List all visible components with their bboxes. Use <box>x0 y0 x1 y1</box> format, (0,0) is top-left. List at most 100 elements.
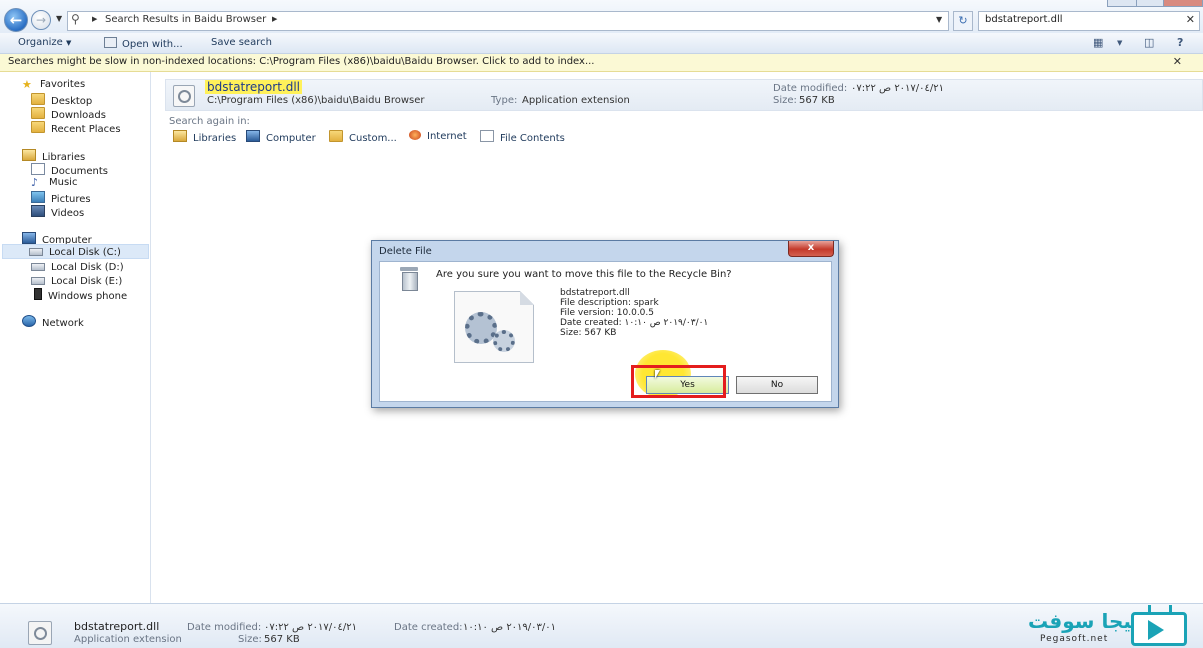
search-again-custom[interactable]: Custom... <box>329 130 397 144</box>
preview-pane-icon[interactable]: ◫ <box>1144 36 1154 49</box>
info-bar-text[interactable]: Searches might be slow in non-indexed lo… <box>8 56 594 67</box>
sidebar-item-local-disk-c[interactable]: Local Disk (C:) <box>2 244 149 259</box>
dialog-close-button[interactable]: x <box>788 241 834 257</box>
sidebar-item-local-disk-d[interactable]: Local Disk (D:) <box>31 260 124 273</box>
dialog-file-description: File description: spark <box>560 298 659 308</box>
search-again-libraries[interactable]: Libraries <box>173 130 236 144</box>
libraries-icon <box>173 130 187 142</box>
sidebar-label: Local Disk (D:) <box>51 262 124 273</box>
sidebar-label: Videos <box>51 208 85 219</box>
dialog-file-size: Size: 567 KB <box>560 328 617 338</box>
computer-icon <box>246 130 260 142</box>
music-note-icon: ♪ <box>31 176 39 189</box>
sidebar-label: Desktop <box>51 96 93 107</box>
search-again-file-contents[interactable]: File Contents <box>480 130 565 144</box>
help-icon[interactable]: ? <box>1177 36 1183 49</box>
maximize-button[interactable] <box>1136 0 1164 7</box>
search-result-row[interactable]: bdstatreport.dll C:\Program Files (x86)\… <box>165 79 1203 111</box>
hard-disk-icon <box>31 277 45 285</box>
link-label: Custom... <box>349 133 397 144</box>
refresh-icon[interactable]: ↻ <box>953 11 973 31</box>
recycle-bin-icon <box>400 267 418 291</box>
result-type-label: Type: <box>491 95 518 106</box>
dialog-title: Delete File <box>379 246 432 257</box>
dialog-body: Are you sure you want to move this file … <box>379 261 832 402</box>
sidebar-item-local-disk-e[interactable]: Local Disk (E:) <box>31 274 122 287</box>
details-file-type: Application extension <box>74 634 182 645</box>
sidebar-item-pictures[interactable]: Pictures <box>31 191 91 205</box>
result-modified-value: ٢٠١٧/٠٤/٢١ ص ٠٧:٢٢ <box>851 83 945 94</box>
file-info: bdstatreport.dll File description: spark… <box>560 288 708 338</box>
result-modified-label: Date modified: <box>773 83 848 94</box>
view-chevron-down-icon[interactable]: ▼ <box>1117 39 1122 47</box>
sidebar-label: Favorites <box>40 79 86 90</box>
dll-file-icon <box>28 621 52 645</box>
link-label: Computer <box>266 133 316 144</box>
address-history-dropdown-icon[interactable]: ▼ <box>936 15 942 24</box>
details-modified-label: Date modified: <box>187 622 262 633</box>
back-arrow-icon[interactable]: ← <box>4 8 28 32</box>
details-created-value: ٢٠١٩/٠٣/٠١ ص ١٠:١٠ <box>463 622 557 633</box>
close-window-button[interactable] <box>1163 0 1203 7</box>
network-icon <box>22 315 36 327</box>
sidebar-item-windows-phone[interactable]: Windows phone <box>31 288 127 302</box>
sidebar-label: Downloads <box>51 110 106 121</box>
forward-arrow-icon[interactable]: → <box>31 10 51 30</box>
result-file-name[interactable]: bdstatreport.dll <box>205 80 302 94</box>
videos-icon <box>31 205 45 217</box>
internet-icon <box>409 130 421 140</box>
sidebar-item-documents[interactable]: Documents <box>31 163 108 177</box>
breadcrumb-chevron-icon[interactable]: ▶ <box>92 15 97 23</box>
recent-places-icon <box>31 121 45 133</box>
result-type-value: Application extension <box>522 95 630 106</box>
details-pane: bdstatreport.dll Application extension D… <box>0 603 1203 648</box>
navigation-pane: ★ Favorites Desktop Downloads Recent Plac… <box>0 72 151 603</box>
search-again-internet[interactable]: Internet <box>409 130 467 142</box>
sidebar-label: Local Disk (E:) <box>51 276 123 287</box>
sidebar-item-desktop[interactable]: Desktop <box>31 93 93 107</box>
result-size-label: Size: <box>773 95 797 106</box>
watermark-arabic: بيجا سوفت <box>1028 609 1140 633</box>
result-size-value: 567 KB <box>799 95 835 106</box>
no-button[interactable]: No <box>736 376 818 394</box>
sidebar-item-recent-places[interactable]: Recent Places <box>31 121 121 135</box>
link-label: Libraries <box>193 133 237 144</box>
chevron-down-icon: ▼ <box>66 39 72 47</box>
dialog-file-name: bdstatreport.dll <box>560 288 630 298</box>
clear-search-icon[interactable]: ✕ <box>1186 13 1195 26</box>
hard-disk-icon <box>31 263 45 271</box>
open-with-label: Open with... <box>122 39 183 50</box>
file-contents-icon <box>480 130 494 142</box>
search-again-computer[interactable]: Computer <box>246 130 316 144</box>
address-field[interactable]: ⚲ ▶ Search Results in Baidu Browser ▶ ▼ <box>67 11 949 31</box>
delete-file-dialog: Delete File x Are you sure you want to m… <box>371 240 839 408</box>
sidebar-item-downloads[interactable]: Downloads <box>31 107 106 121</box>
sidebar-label: Pictures <box>51 194 91 205</box>
view-options-icon[interactable]: ▦ <box>1093 36 1103 49</box>
computer-icon <box>22 232 36 244</box>
breadcrumb-chevron-icon[interactable]: ▶ <box>272 15 277 23</box>
breadcrumb-location[interactable]: Search Results in Baidu Browser <box>105 14 266 25</box>
sidebar-item-favorites[interactable]: ★ Favorites <box>22 79 85 92</box>
search-icon: ⚲ <box>71 12 80 26</box>
sidebar-label: Libraries <box>42 152 86 163</box>
sidebar-item-libraries[interactable]: Libraries <box>22 149 86 163</box>
desktop-folder-icon <box>31 93 45 105</box>
open-with-button[interactable]: Open with... <box>104 37 183 50</box>
sidebar-label: Recent Places <box>51 124 121 135</box>
save-search-button[interactable]: Save search <box>211 37 272 48</box>
dialog-file-version: File version: 10.0.0.5 <box>560 308 654 318</box>
search-input[interactable]: bdstatreport.dll ✕ <box>978 11 1200 31</box>
sidebar-label: Network <box>42 318 84 329</box>
libraries-icon <box>22 149 36 161</box>
minimize-button[interactable] <box>1107 0 1137 7</box>
sidebar-item-videos[interactable]: Videos <box>31 205 85 219</box>
close-icon[interactable]: ✕ <box>1173 55 1182 68</box>
sidebar-item-music[interactable]: ♪ Music <box>31 177 77 190</box>
organize-menu[interactable]: Organize ▼ <box>18 37 71 48</box>
sidebar-item-network[interactable]: Network <box>22 315 84 329</box>
result-file-path: C:\Program Files (x86)\baidu\Baidu Brows… <box>207 95 425 106</box>
index-info-bar[interactable]: Searches might be slow in non-indexed lo… <box>0 54 1203 72</box>
documents-icon <box>31 163 45 175</box>
recent-pages-chevron-icon[interactable]: ▼ <box>56 14 62 23</box>
